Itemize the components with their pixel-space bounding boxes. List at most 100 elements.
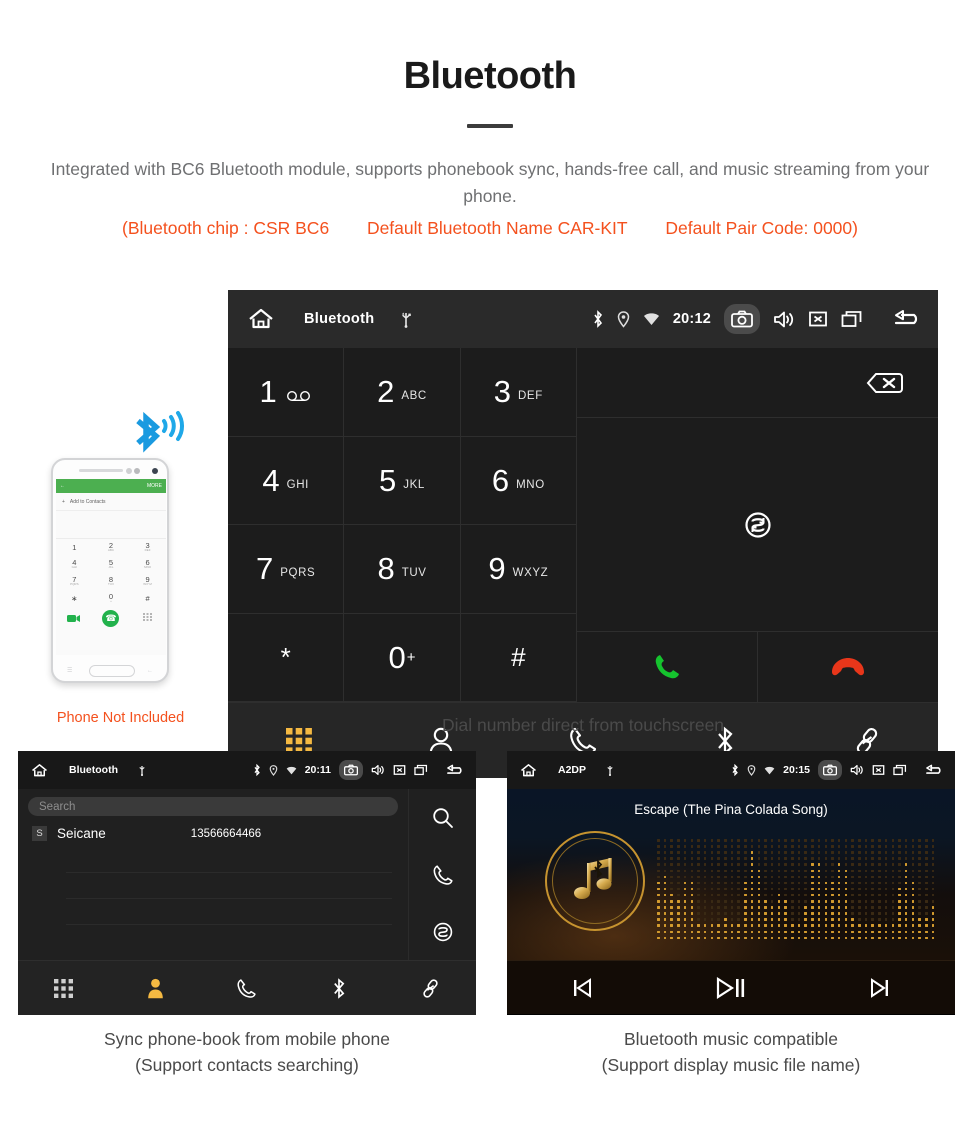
key-2[interactable]: 2 ABC (344, 348, 461, 437)
nav-bluetooth[interactable] (293, 977, 385, 999)
key-letters: PQRS (280, 567, 316, 580)
phonebook-search-button[interactable] (409, 789, 476, 846)
phone-key: 8 TUV (93, 573, 130, 590)
phone-key-sub: WXYZ (143, 582, 152, 587)
back-icon[interactable] (923, 764, 945, 777)
plus-icon: + (62, 498, 65, 505)
nav-contacts[interactable] (110, 977, 202, 999)
key-star[interactable]: * (228, 613, 345, 702)
camera-icon[interactable] (724, 304, 760, 334)
endcall-button[interactable] (758, 632, 938, 702)
key-8[interactable]: 8 TUV (344, 525, 461, 614)
recents-icon[interactable] (893, 764, 907, 776)
bt-name-text: Default Bluetooth Name CAR-KIT (366, 218, 628, 239)
phone-not-included-label: Phone Not Included (56, 710, 185, 726)
phonebook-call-button[interactable] (409, 846, 476, 903)
phonebook-statusbar: Bluetooth 20:11 (18, 751, 476, 789)
key-hash[interactable]: # (460, 613, 577, 702)
key-letters: DEF (518, 390, 543, 403)
phone-key: 3 DEF (129, 539, 166, 556)
search-placeholder: Search (39, 800, 76, 813)
dialer-screen: Bluetooth 20:12 1 2 ABC 3 DEF 4 GHI 5 JK… (228, 290, 938, 778)
volume-icon[interactable] (371, 764, 385, 776)
phone-key-sub: TUV (107, 582, 114, 587)
next-button[interactable] (806, 977, 955, 998)
keypad-icon (54, 978, 74, 998)
home-icon[interactable] (519, 762, 538, 779)
previous-button[interactable] (507, 977, 656, 998)
play-pause-icon (715, 976, 747, 999)
mute-icon[interactable] (393, 764, 406, 776)
key-letters: ABC (401, 390, 427, 403)
dialer-keypad: 1 2 ABC 3 DEF 4 GHI 5 JKL 6 MNO 7 PQRS 8… (228, 348, 938, 702)
recents-icon[interactable] (841, 310, 863, 328)
calls-icon (236, 978, 257, 999)
page-root: Bluetooth Integrated with BC6 Bluetooth … (0, 0, 980, 1143)
phone-sensor-2 (134, 467, 140, 474)
phone-key: 2 ABC (93, 539, 130, 556)
phone-key-sub: ABC (107, 548, 115, 553)
phonebook-caption: Sync phone-book from mobile phone (Suppo… (18, 1026, 476, 1079)
keypad-row: 1 2 ABC 3 DEF (228, 348, 577, 437)
title-divider (467, 123, 513, 128)
key-7[interactable]: 7 PQRS (228, 525, 345, 614)
next-icon (869, 977, 891, 998)
phone-key: # (129, 590, 166, 607)
phone-action-row: ☎ (56, 607, 166, 629)
volume-icon[interactable] (850, 764, 864, 776)
music-title: A2DP (558, 764, 587, 776)
phone-app-header: ← MORE (56, 479, 166, 493)
back-icon[interactable] (890, 309, 924, 329)
volume-icon[interactable] (773, 310, 795, 329)
key-1[interactable]: 1 (228, 348, 345, 437)
key-digit: 0 (388, 639, 406, 675)
key-letters: WXYZ (512, 567, 549, 580)
bluetooth-icon (253, 764, 261, 776)
phone-key-sub: DEF (144, 548, 151, 553)
back-icon[interactable] (444, 764, 466, 777)
key-6[interactable]: 6 MNO (460, 436, 577, 525)
contact-row[interactable]: S Seicane 13566664466 (18, 820, 408, 847)
key-4[interactable]: 4 GHI (228, 436, 345, 525)
home-icon[interactable] (246, 306, 276, 332)
sync-icon (743, 510, 773, 540)
voicemail-icon (286, 388, 312, 406)
key-digit: # (511, 642, 526, 673)
phonebook-sync-button[interactable] (409, 903, 476, 960)
nav-calls[interactable] (201, 978, 293, 999)
key-letters: TUV (401, 567, 427, 580)
number-display-area (577, 348, 938, 418)
sync-action[interactable] (577, 418, 938, 632)
phone-key: 1 (56, 539, 93, 556)
recents-icon[interactable] (414, 764, 428, 776)
camera-icon[interactable] (818, 760, 842, 780)
wifi-icon (643, 312, 660, 326)
phone-key-sub: MNO (144, 565, 152, 570)
nav-keypad[interactable] (18, 978, 110, 998)
phone-keypad-toggle-icon (129, 612, 166, 624)
camera-icon[interactable] (339, 760, 363, 780)
play-pause-button[interactable] (656, 976, 805, 999)
backspace-icon[interactable] (854, 369, 904, 397)
key-9[interactable]: 9 WXYZ (460, 525, 577, 614)
key-plus: + (406, 648, 416, 666)
mute-icon[interactable] (872, 764, 885, 776)
contact-row-empty (66, 847, 392, 873)
nav-link[interactable] (384, 978, 476, 999)
search-input[interactable]: Search (28, 797, 398, 816)
key-0[interactable]: 0 + (344, 613, 461, 702)
contact-letter-badge: S (32, 826, 47, 841)
home-icon[interactable] (30, 762, 49, 779)
mute-icon[interactable] (808, 310, 828, 328)
page-title: Bluetooth (403, 55, 577, 97)
phonebook-statusbar-right: 20:11 (253, 760, 466, 780)
usb-icon (138, 764, 146, 776)
call-button[interactable] (577, 632, 758, 702)
key-digit: 2 (377, 374, 395, 410)
wifi-icon (764, 766, 775, 775)
key-3[interactable]: 3 DEF (460, 348, 577, 437)
key-5[interactable]: 5 JKL (344, 436, 461, 525)
key-digit: 9 (488, 551, 506, 587)
phone-screen: ← MORE + Add to Contacts 1 2 ABC 3 DEF 4 GH… (56, 479, 166, 655)
dialer-caption: Dial number direct from touchscreen (441, 715, 725, 735)
